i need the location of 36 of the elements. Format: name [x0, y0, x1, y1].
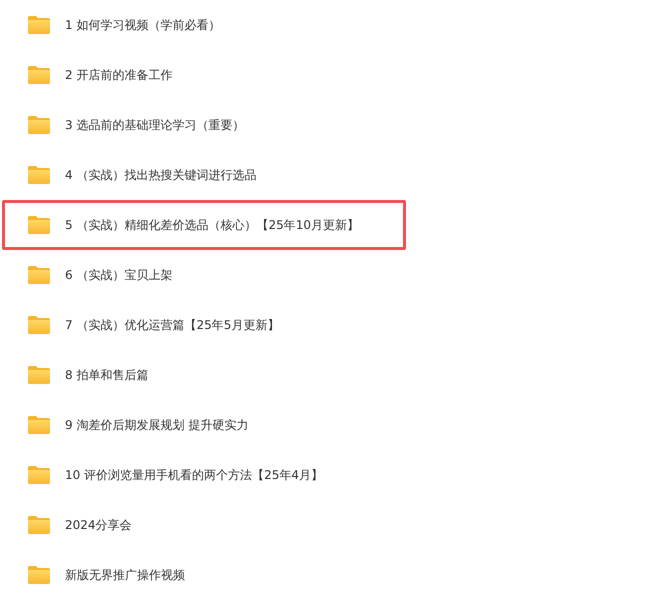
- folder-icon: [27, 65, 51, 85]
- folder-row[interactable]: 8 拍单和售后篇: [2, 350, 406, 400]
- folder-name: 5 （实战）精细化差价选品（核心）【25年10月更新】: [65, 216, 359, 234]
- folder-name: 3 选品前的基础理论学习（重要）: [65, 116, 244, 134]
- folder-icon: [27, 365, 51, 385]
- folder-row[interactable]: 2 开店前的准备工作: [2, 50, 406, 100]
- folder-name: 6 （实战）宝贝上架: [65, 266, 172, 284]
- folder-name: 1 如何学习视频（学前必看）: [65, 16, 220, 34]
- folder-icon: [27, 15, 51, 35]
- folder-name: 10 评价浏览量用手机看的两个方法【25年4月】: [65, 466, 323, 484]
- folder-icon: [27, 215, 51, 235]
- folder-icon: [27, 515, 51, 535]
- folder-icon: [27, 265, 51, 285]
- folder-row[interactable]: 新版无界推广操作视频: [2, 550, 406, 600]
- folder-name: 2 开店前的准备工作: [65, 66, 172, 84]
- folder-name: 8 拍单和售后篇: [65, 366, 148, 384]
- folder-row[interactable]: 1 如何学习视频（学前必看）: [2, 0, 406, 50]
- folder-icon: [27, 315, 51, 335]
- folder-row[interactable]: 7 （实战）优化运营篇【25年5月更新】: [2, 300, 406, 350]
- folder-icon: [27, 465, 51, 485]
- folder-row[interactable]: 2024分享会: [2, 500, 406, 550]
- folder-name: 2024分享会: [65, 516, 132, 534]
- folder-icon: [27, 415, 51, 435]
- folder-name: 7 （实战）优化运营篇【25年5月更新】: [65, 316, 280, 334]
- folder-row[interactable]: 3 选品前的基础理论学习（重要）: [2, 100, 406, 150]
- folder-row[interactable]: 4 （实战）找出热搜关键词进行选品: [2, 150, 406, 200]
- folder-row[interactable]: 6 （实战）宝贝上架: [2, 250, 406, 300]
- folder-name: 9 淘差价后期发展规划 提升硬实力: [65, 416, 248, 434]
- folder-icon: [27, 115, 51, 135]
- folder-icon: [27, 165, 51, 185]
- folder-row[interactable]: 9 淘差价后期发展规划 提升硬实力: [2, 400, 406, 450]
- folder-icon: [27, 565, 51, 585]
- folder-row[interactable]: 5 （实战）精细化差价选品（核心）【25年10月更新】: [2, 200, 406, 250]
- folder-name: 新版无界推广操作视频: [65, 566, 185, 584]
- folder-row[interactable]: 10 评价浏览量用手机看的两个方法【25年4月】: [2, 450, 406, 500]
- folder-name: 4 （实战）找出热搜关键词进行选品: [65, 166, 256, 184]
